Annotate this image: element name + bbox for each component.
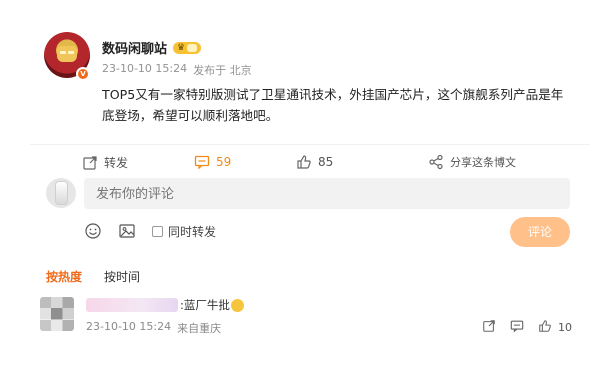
post-text: TOP5又有一家特别版测试了卫星通讯技术，外挂国产芯片，这个旗舰系列产品是年底登… <box>102 87 564 123</box>
like-count: 85 <box>318 155 334 169</box>
commenter-avatar[interactable] <box>40 297 74 331</box>
comment-text: :蓝厂牛批 <box>180 298 230 312</box>
checkbox-icon[interactable] <box>152 225 163 237</box>
weibo-post-card: V 数码闲聊站 ♛ 23-10-10 15:24 发布于 北京 TOP5又有一家… <box>30 18 590 348</box>
comment-location: 来自重庆 <box>177 322 222 335</box>
comment-input[interactable] <box>84 178 570 209</box>
comment-button[interactable]: 59 <box>194 154 231 170</box>
share-button[interactable]: 分享这条博文 <box>428 154 516 170</box>
comment-sort-tabs: 按热度 按时间 <box>46 268 140 285</box>
repost-label: 转发 <box>104 156 129 170</box>
composer-tools: 同时转发 <box>84 222 216 240</box>
repost-icon <box>82 155 98 171</box>
repost-button[interactable]: 转发 <box>82 154 128 171</box>
comment-count: 59 <box>216 155 232 169</box>
comment-composer: 同时转发 评论 <box>30 178 590 260</box>
member-level-icon[interactable]: ♛ <box>173 41 202 54</box>
share-label: 分享这条博文 <box>450 156 516 169</box>
post-time[interactable]: 23-10-10 15:24 <box>102 62 187 78</box>
comment-like-count: 10 <box>558 320 572 334</box>
comment-actions: 10 <box>482 319 572 335</box>
post-source: 发布于 北京 <box>193 64 252 77</box>
tab-sort-time[interactable]: 按时间 <box>104 268 140 285</box>
avatar-mask <box>57 46 77 62</box>
share-icon <box>428 154 444 170</box>
comment-thumbs-up-icon <box>538 319 554 335</box>
comment-time: 23-10-10 15:24 <box>86 320 172 333</box>
comment-line: :蓝厂牛批 <box>86 297 244 313</box>
post-meta: 23-10-10 15:24 发布于 北京 <box>102 62 252 78</box>
current-user-avatar[interactable] <box>46 178 76 208</box>
comment-reply-icon[interactable] <box>510 319 526 335</box>
author-name[interactable]: 数码闲聊站 <box>102 38 167 57</box>
comment-like-button[interactable]: 10 <box>538 319 572 335</box>
repost-option-label: 同时转发 <box>168 224 217 239</box>
commenter-name-blurred[interactable] <box>86 298 178 312</box>
post-action-bar: 转发 59 85 分享这条博文 <box>30 144 590 178</box>
submit-comment-button[interactable]: 评论 <box>510 217 570 247</box>
comment-meta: 23-10-10 15:24 来自重庆 <box>86 320 221 336</box>
author-row: 数码闲聊站 ♛ <box>102 38 202 57</box>
like-button[interactable]: 85 <box>296 154 333 170</box>
thumbs-up-icon <box>296 154 312 170</box>
repost-checkbox[interactable]: 同时转发 <box>152 223 216 240</box>
laughing-emoji-icon <box>230 298 244 312</box>
emoji-icon[interactable] <box>84 222 102 240</box>
comment-icon <box>194 154 210 170</box>
tab-sort-hot[interactable]: 按热度 <box>46 268 82 285</box>
verified-badge-icon: V <box>76 67 90 81</box>
image-icon[interactable] <box>118 222 136 240</box>
comment-repost-icon[interactable] <box>482 319 498 335</box>
